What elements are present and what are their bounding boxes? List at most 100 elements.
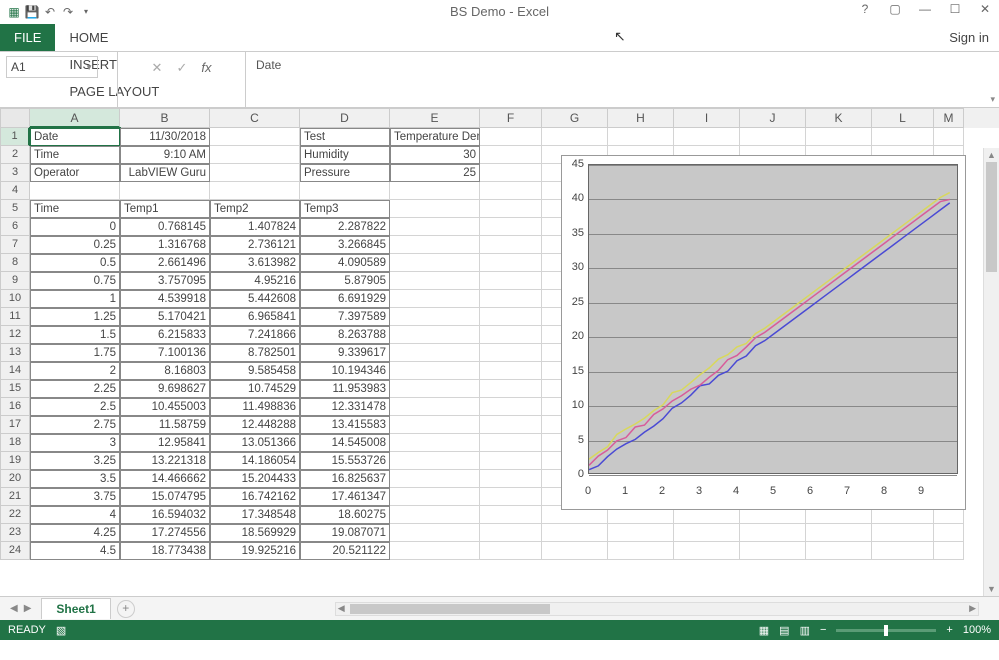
cell-D21[interactable]: 17.461347 <box>300 488 390 506</box>
cell-E10[interactable] <box>390 290 480 308</box>
cell-C19[interactable]: 14.186054 <box>210 452 300 470</box>
column-header-E[interactable]: E <box>390 108 480 128</box>
cell-A7[interactable]: 0.25 <box>30 236 120 254</box>
cell-F4[interactable] <box>480 182 542 200</box>
cell-E9[interactable] <box>390 272 480 290</box>
row-header[interactable]: 21 <box>0 488 30 506</box>
cell-C21[interactable]: 16.742162 <box>210 488 300 506</box>
view-normal-icon[interactable]: ▦ <box>759 624 769 637</box>
cell-C14[interactable]: 9.585458 <box>210 362 300 380</box>
save-icon[interactable]: 💾 <box>24 4 40 20</box>
cell-B8[interactable]: 2.661496 <box>120 254 210 272</box>
cell-C9[interactable]: 4.95216 <box>210 272 300 290</box>
macro-record-icon[interactable]: ▧ <box>56 624 66 637</box>
cell-E14[interactable] <box>390 362 480 380</box>
cell-A16[interactable]: 2.5 <box>30 398 120 416</box>
cell-A18[interactable]: 3 <box>30 434 120 452</box>
cell-E18[interactable] <box>390 434 480 452</box>
cell-A12[interactable]: 1.5 <box>30 326 120 344</box>
scroll-right-icon[interactable]: ▶ <box>969 603 976 614</box>
cell-B10[interactable]: 4.539918 <box>120 290 210 308</box>
cell-D4[interactable] <box>300 182 390 200</box>
cell-A4[interactable] <box>30 182 120 200</box>
cell-D15[interactable]: 11.953983 <box>300 380 390 398</box>
cell-D13[interactable]: 9.339617 <box>300 344 390 362</box>
zoom-level[interactable]: 100% <box>963 624 991 636</box>
scroll-down-icon[interactable]: ▼ <box>984 584 999 594</box>
cell-D9[interactable]: 5.87905 <box>300 272 390 290</box>
cell-M1[interactable] <box>934 128 964 146</box>
cell-D12[interactable]: 8.263788 <box>300 326 390 344</box>
cell-C20[interactable]: 15.204433 <box>210 470 300 488</box>
cell-F10[interactable] <box>480 290 542 308</box>
cell-E2[interactable]: 30 <box>390 146 480 164</box>
cell-E21[interactable] <box>390 488 480 506</box>
row-header[interactable]: 15 <box>0 380 30 398</box>
cell-D5[interactable]: Temp3 <box>300 200 390 218</box>
row-header[interactable]: 9 <box>0 272 30 290</box>
cell-E19[interactable] <box>390 452 480 470</box>
cell-B15[interactable]: 9.698627 <box>120 380 210 398</box>
cell-F1[interactable] <box>480 128 542 146</box>
view-page-break-icon[interactable]: ▥ <box>800 624 810 637</box>
cell-H23[interactable] <box>608 524 674 542</box>
cell-F2[interactable] <box>480 146 542 164</box>
cell-M23[interactable] <box>934 524 964 542</box>
cell-D16[interactable]: 12.331478 <box>300 398 390 416</box>
cell-C7[interactable]: 2.736121 <box>210 236 300 254</box>
cell-E3[interactable]: 25 <box>390 164 480 182</box>
scroll-left-icon[interactable]: ◀ <box>338 603 345 614</box>
cell-L1[interactable] <box>872 128 934 146</box>
row-header[interactable]: 1 <box>0 128 30 146</box>
cell-G24[interactable] <box>542 542 608 560</box>
cell-F15[interactable] <box>480 380 542 398</box>
cell-A22[interactable]: 4 <box>30 506 120 524</box>
tab-home[interactable]: HOME <box>55 24 173 51</box>
cell-J1[interactable] <box>740 128 806 146</box>
enter-icon[interactable]: ✓ <box>176 60 187 76</box>
cell-F13[interactable] <box>480 344 542 362</box>
cell-L23[interactable] <box>872 524 934 542</box>
formula-expand-icon[interactable]: ▾ <box>990 94 995 105</box>
cell-A23[interactable]: 4.25 <box>30 524 120 542</box>
cell-E8[interactable] <box>390 254 480 272</box>
cell-E15[interactable] <box>390 380 480 398</box>
cell-A19[interactable]: 3.25 <box>30 452 120 470</box>
cell-A24[interactable]: 4.5 <box>30 542 120 560</box>
cell-E1[interactable]: Temperature Demo <box>390 128 480 146</box>
cell-D18[interactable]: 14.545008 <box>300 434 390 452</box>
cell-F17[interactable] <box>480 416 542 434</box>
cell-E6[interactable] <box>390 218 480 236</box>
row-header[interactable]: 20 <box>0 470 30 488</box>
cell-E11[interactable] <box>390 308 480 326</box>
cell-C13[interactable]: 8.782501 <box>210 344 300 362</box>
cell-C18[interactable]: 13.051366 <box>210 434 300 452</box>
redo-icon[interactable]: ↷ <box>60 4 76 20</box>
column-header-A[interactable]: A <box>30 108 120 128</box>
cell-M24[interactable] <box>934 542 964 560</box>
h-scroll-thumb[interactable] <box>350 604 550 614</box>
cell-C23[interactable]: 18.569929 <box>210 524 300 542</box>
row-header[interactable]: 3 <box>0 164 30 182</box>
embedded-chart[interactable]: 051015202530354045 0123456789 <box>561 155 966 510</box>
cell-C3[interactable] <box>210 164 300 182</box>
row-header[interactable]: 11 <box>0 308 30 326</box>
grid-body[interactable]: 1Date11/30/2018TestTemperature Demo2Time… <box>0 128 999 596</box>
cell-B18[interactable]: 12.95841 <box>120 434 210 452</box>
cell-F22[interactable] <box>480 506 542 524</box>
cell-B19[interactable]: 13.221318 <box>120 452 210 470</box>
cell-F9[interactable] <box>480 272 542 290</box>
cell-A5[interactable]: Time <box>30 200 120 218</box>
cell-B6[interactable]: 0.768145 <box>120 218 210 236</box>
zoom-slider[interactable] <box>836 629 936 632</box>
row-header[interactable]: 10 <box>0 290 30 308</box>
cell-B17[interactable]: 11.58759 <box>120 416 210 434</box>
cell-G1[interactable] <box>542 128 608 146</box>
cell-E4[interactable] <box>390 182 480 200</box>
cell-C11[interactable]: 6.965841 <box>210 308 300 326</box>
cell-J23[interactable] <box>740 524 806 542</box>
row-header[interactable]: 16 <box>0 398 30 416</box>
cell-E5[interactable] <box>390 200 480 218</box>
cell-E7[interactable] <box>390 236 480 254</box>
cell-E20[interactable] <box>390 470 480 488</box>
